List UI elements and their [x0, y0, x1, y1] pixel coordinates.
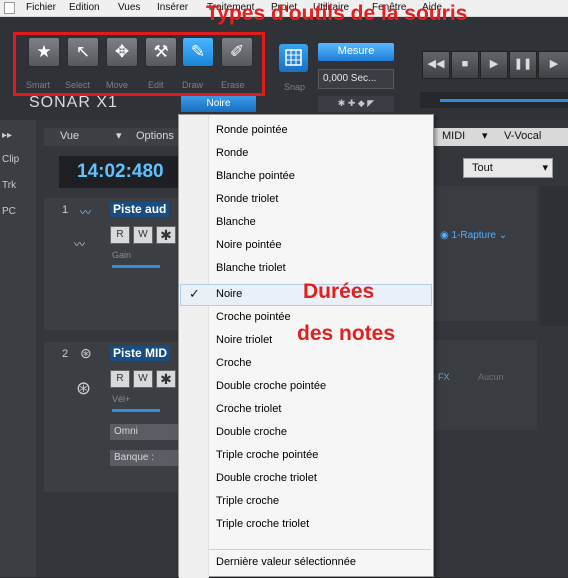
chevron-down-icon: ▾: [542, 162, 548, 174]
stop-button[interactable]: ■: [451, 51, 479, 79]
asterisk-icon[interactable]: ✱: [156, 226, 176, 244]
menu-item-croche[interactable]: Croche: [216, 357, 251, 369]
snap-label: Snap: [284, 82, 306, 92]
transport-controls: ◀◀ ■ ▶ ❚❚ ▶: [420, 44, 568, 88]
menu-item-noire-triolet[interactable]: Noire triolet: [216, 334, 272, 346]
menu-gutter: [179, 115, 209, 578]
dock-tab-trk[interactable]: Trk: [2, 180, 16, 191]
left-dock: ▸▸ Clip Trk PC: [0, 120, 36, 577]
dock-expand-icon[interactable]: ▸▸: [2, 130, 12, 141]
stop-icon: ■: [461, 58, 469, 70]
menu-item-croche-pointee[interactable]: Croche pointée: [216, 311, 291, 323]
menu-item-triple-croche-triolet[interactable]: Triple croche triolet: [216, 518, 309, 530]
track-1-routing: [432, 186, 537, 321]
write-button[interactable]: W: [133, 370, 153, 388]
tab-midi[interactable]: MIDI: [442, 128, 465, 145]
asterisk-icon[interactable]: ✱: [156, 370, 176, 388]
gain-label[interactable]: Gain: [112, 250, 131, 260]
fx-label: FX: [438, 372, 450, 382]
level-meter: [540, 186, 568, 326]
menu-item-double-croche-pointee[interactable]: Double croche pointée: [216, 380, 326, 392]
fx-value[interactable]: Aucun: [478, 372, 504, 382]
track-number: 2: [62, 348, 69, 360]
menu-item-double-croche[interactable]: Double croche: [216, 426, 287, 438]
rewind-icon: ◀◀: [427, 58, 445, 70]
snap-grid-button[interactable]: [279, 44, 308, 72]
note-duration-select[interactable]: Noire: [181, 96, 256, 112]
sonar-logo: SONAR X1: [29, 94, 118, 111]
track-view-menubar: Vue ▾ Options: [44, 128, 186, 146]
midi-input-field[interactable]: Omni: [110, 424, 182, 440]
track-name[interactable]: Piste MID: [110, 346, 171, 361]
menu-item-blanche-triolet[interactable]: Blanche triolet: [216, 262, 286, 274]
dock-tab-pc[interactable]: PC: [2, 206, 16, 217]
forward-icon: ▶: [549, 58, 559, 70]
forward-button[interactable]: ▶: [538, 51, 568, 79]
annotation-durees: Durées: [303, 280, 375, 303]
menu-separator: [209, 549, 431, 550]
timecode-display[interactable]: 14:02:480: [59, 156, 183, 188]
record-button[interactable]: R: [110, 226, 130, 244]
menu-fichier[interactable]: Fichier: [26, 2, 56, 13]
snap-options-icons[interactable]: ✱ ✚ ◆ ◤: [318, 96, 394, 112]
play-button[interactable]: ▶: [480, 51, 508, 79]
menu-item-blanche-pointee[interactable]: Blanche pointée: [216, 170, 295, 182]
right-panel-tabs: MIDI ▾ V-Vocal: [432, 128, 568, 146]
menu-item-double-croche-triolet[interactable]: Double croche triolet: [216, 472, 317, 484]
tools-highlight-box: [13, 32, 265, 96]
audio-wave-icon: 〰: [74, 239, 85, 251]
rewind-button[interactable]: ◀◀: [422, 51, 450, 79]
menu-item-ronde[interactable]: Ronde: [216, 147, 248, 159]
vue-menu[interactable]: Vue: [60, 128, 79, 145]
annotation-des-notes: des notes: [297, 322, 396, 345]
filter-select[interactable]: Tout ▾: [463, 158, 553, 178]
dock-tab-clip[interactable]: Clip: [2, 154, 19, 165]
timeline-slider-fill: [440, 99, 568, 102]
annotation-title: Types d'outils de la souris: [206, 2, 468, 25]
menu-item-ronde-pointee[interactable]: Ronde pointée: [216, 124, 288, 136]
menu-item-noire[interactable]: Noire: [216, 288, 242, 300]
menu-item-blanche[interactable]: Blanche: [216, 216, 256, 228]
menu-item-last-value[interactable]: Dernière valeur sélectionnée: [216, 556, 356, 568]
track-number: 1: [62, 204, 69, 216]
snap-value-field[interactable]: 0,000 Sec...: [318, 69, 394, 89]
synth-output[interactable]: ◉ 1-Rapture ⌄: [440, 230, 507, 241]
tab-dropdown-icon[interactable]: ▾: [482, 128, 488, 145]
pause-icon: ❚❚: [513, 58, 533, 70]
track-1: 1 〰 Piste aud 〰 R W ✱ Gain: [44, 198, 184, 330]
tab-v-vocal[interactable]: V-Vocal: [504, 128, 541, 145]
play-icon: ▶: [489, 58, 499, 70]
check-icon: ✓: [189, 286, 200, 301]
options-menu[interactable]: Options: [136, 128, 174, 145]
grid-icon: [285, 49, 302, 66]
midi-plug-icon: ⊛: [80, 345, 92, 361]
record-button[interactable]: R: [110, 370, 130, 388]
velocity-label[interactable]: Vél+: [112, 394, 130, 404]
app-icon[interactable]: [4, 2, 15, 14]
menu-item-triple-croche[interactable]: Triple croche: [216, 495, 279, 507]
vue-dropdown-icon[interactable]: ▾: [116, 128, 122, 145]
menu-edition[interactable]: Edition: [69, 2, 100, 13]
velocity-slider[interactable]: [112, 409, 160, 412]
gain-slider[interactable]: [112, 265, 160, 268]
write-button[interactable]: W: [133, 226, 153, 244]
audio-wave-icon: 〰: [80, 207, 91, 219]
snap-mode-select[interactable]: Mesure: [318, 43, 394, 61]
menu-item-ronde-triolet[interactable]: Ronde triolet: [216, 193, 278, 205]
track-name[interactable]: Piste aud: [110, 202, 170, 217]
menu-item-croche-triolet[interactable]: Croche triolet: [216, 403, 281, 415]
bank-field[interactable]: Banque :: [110, 450, 182, 466]
menu-item-noire-pointee[interactable]: Noire pointée: [216, 239, 281, 251]
menu-vues[interactable]: Vues: [118, 2, 140, 13]
menu-item-triple-croche-pointee[interactable]: Triple croche pointée: [216, 449, 318, 461]
track-2: 2 ⊛ Piste MID ⊛ R W ✱ Vél+ Omni Banque :: [44, 342, 184, 492]
menu-inserer[interactable]: Insérer: [157, 2, 188, 13]
pause-button[interactable]: ❚❚: [509, 51, 537, 79]
midi-plug-icon: ⊛: [76, 378, 92, 398]
track-2-routing: [432, 340, 537, 430]
